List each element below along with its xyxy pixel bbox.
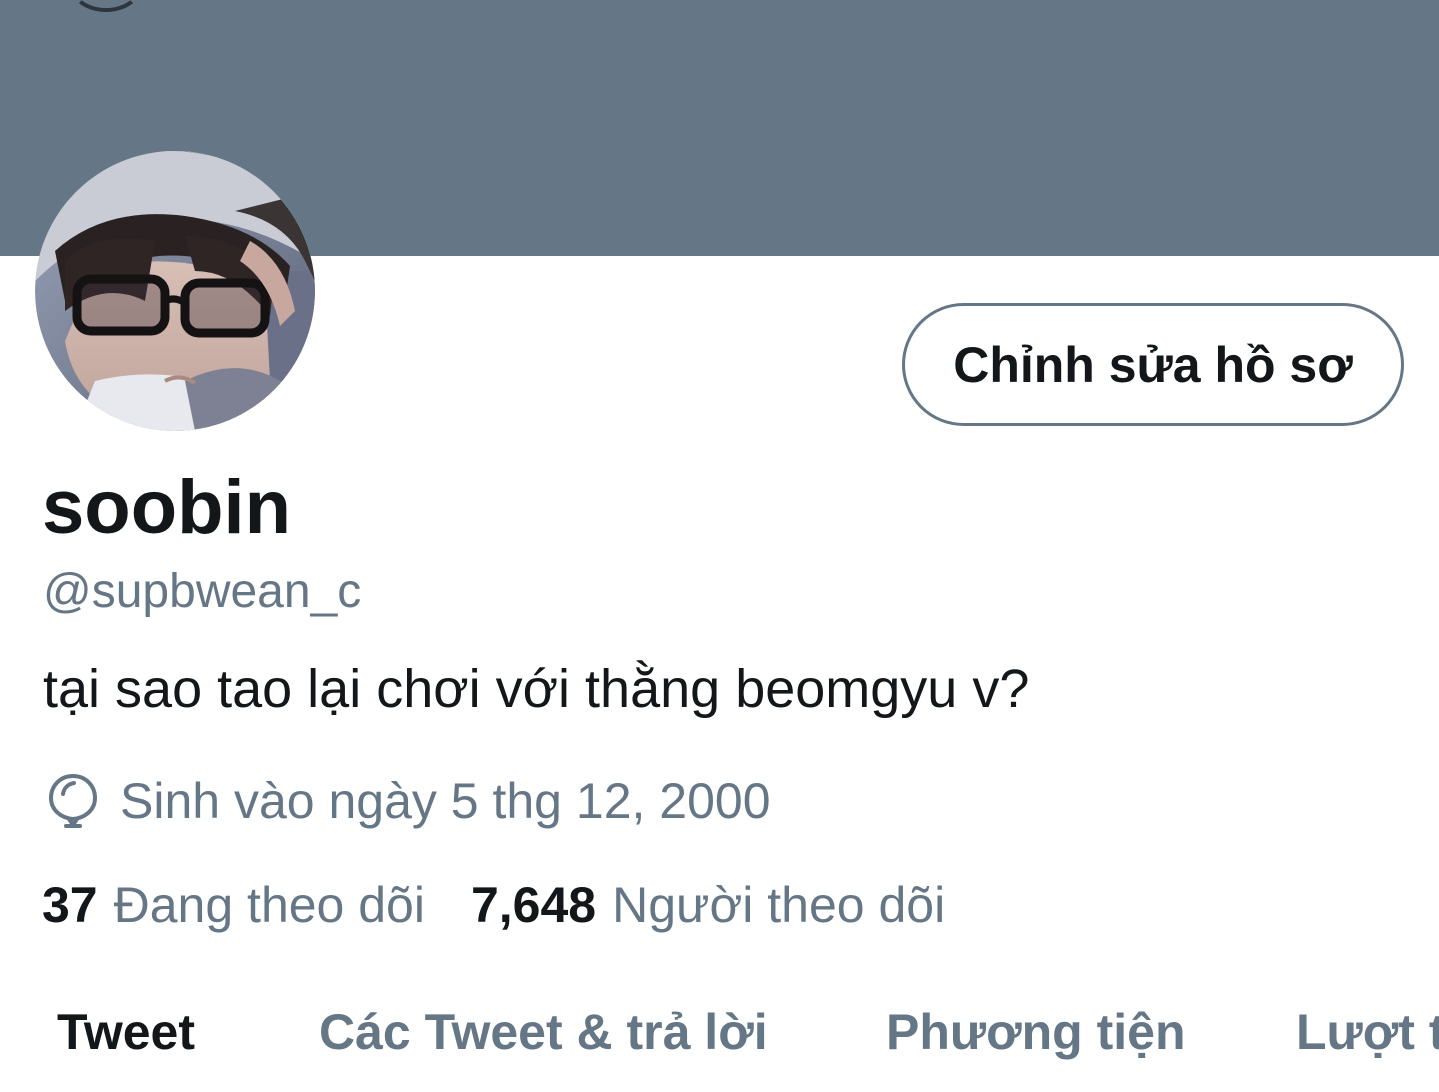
avatar[interactable]: [35, 151, 315, 431]
birth-date-text: Sinh vào ngày 5 thg 12, 2000: [120, 773, 771, 829]
edit-profile-button[interactable]: Chỉnh sửa hồ sơ: [902, 303, 1404, 426]
tab-tweets-and-replies[interactable]: Các Tweet & trả lời: [319, 1004, 768, 1062]
followers-label: Người theo dõi: [612, 877, 946, 933]
tab-tweets[interactable]: Tweet: [57, 1004, 195, 1062]
balloon-icon: [48, 773, 98, 828]
display-name: soobin: [42, 465, 292, 550]
tab-media[interactable]: Phương tiện: [886, 1004, 1186, 1062]
profile-bio: tại sao tao lại chơi với thằng beomgyu v…: [43, 659, 1030, 719]
followers-link[interactable]: 7,648 Người theo dõi: [471, 880, 945, 930]
profile-page: Chỉnh sửa hồ sơ soobin @supbwean_c tại s…: [0, 0, 1439, 1092]
following-link[interactable]: 37 Đang theo dõi: [42, 880, 425, 930]
user-handle: @supbwean_c: [43, 565, 362, 618]
back-button-edge[interactable]: [70, 0, 142, 12]
edit-profile-label: Chỉnh sửa hồ sơ: [953, 336, 1353, 393]
follow-stats: 37 Đang theo dõi 7,648 Người theo dõi: [42, 880, 945, 930]
birth-date-row: Sinh vào ngày 5 thg 12, 2000: [46, 772, 771, 830]
avatar-image: [35, 151, 315, 431]
followers-count: 7,648: [470, 877, 597, 933]
tab-likes[interactable]: Lượt t: [1296, 1004, 1439, 1062]
profile-tabs: Tweet Các Tweet & trả lời Phương tiện Lư…: [0, 1004, 1439, 1092]
following-count: 37: [42, 877, 98, 933]
following-label: Đang theo dõi: [113, 877, 425, 933]
